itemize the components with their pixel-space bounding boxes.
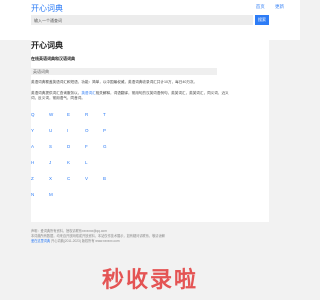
letter-link-w[interactable]: W xyxy=(49,112,53,117)
footer: 声明：爱词典所有资料，授权请联系xxxxxxx@qq.com 本词典所有数据，均… xyxy=(31,229,269,244)
letter-link-p[interactable]: P xyxy=(103,128,106,133)
letter-link-f[interactable]: F xyxy=(85,144,88,149)
letter-link-r[interactable]: R xyxy=(85,112,88,117)
letter-link-d[interactable]: D xyxy=(67,144,70,149)
search-input[interactable] xyxy=(31,15,253,25)
letter-link-e[interactable]: E xyxy=(67,112,70,117)
watermark: 秒收录啦 xyxy=(101,267,198,292)
top-bar: 开心词典 首页 更新 搜索 xyxy=(0,0,300,40)
top-nav: 首页 更新 xyxy=(247,4,284,10)
letter-link-u[interactable]: U xyxy=(49,128,52,133)
nav-link-updates[interactable]: 更新 xyxy=(275,4,284,9)
letter-link-b[interactable]: B xyxy=(103,176,106,181)
letter-link-i[interactable]: I xyxy=(67,128,68,133)
intro-paragraph: 英语词典覆盖英语词汇和短语，功能：简单，以中国最权威，英语词典收录词汇共计10万… xyxy=(31,80,198,84)
letter-link-t[interactable]: T xyxy=(103,112,106,117)
page-subtitle: 在线英语词典和汉语词典 xyxy=(31,56,75,61)
letter-link-k[interactable]: K xyxy=(67,160,70,165)
letter-link-h[interactable]: H xyxy=(31,160,34,165)
footer-copyright: 爱在这里词典 开心词典(2011-2023) 版权所有 www.xxxxxx.c… xyxy=(31,239,269,244)
letter-link-v[interactable]: V xyxy=(85,176,88,181)
letter-link-x[interactable]: X xyxy=(49,176,52,181)
service-paragraph: 英语词典提供词汇查询服务以，英语词汇相关解释，词语翻译，常用句的汉英词语例句，英… xyxy=(31,91,231,101)
letter-link-j[interactable]: J xyxy=(49,160,51,165)
footer-copyright-text: 开心词典(2011-2023) 版权所有 www.xxxxxx.com xyxy=(51,239,120,243)
english-vocab-link[interactable]: 英语词汇 xyxy=(81,91,95,95)
service-text-prefix: 英语词典提供词汇查询服务以， xyxy=(31,91,82,95)
search-button[interactable]: 搜索 xyxy=(255,15,269,25)
page-title: 开心词典 xyxy=(31,41,63,50)
letter-link-y[interactable]: Y xyxy=(31,128,34,133)
nav-link-home[interactable]: 首页 xyxy=(256,4,265,9)
letter-link-o[interactable]: O xyxy=(85,128,89,133)
search-bar: 搜索 xyxy=(31,15,269,25)
letter-link-c[interactable]: C xyxy=(67,176,70,181)
letter-link-q[interactable]: Q xyxy=(31,112,35,117)
letter-link-l[interactable]: L xyxy=(85,160,88,165)
letter-link-n[interactable]: N xyxy=(31,192,34,197)
site-logo[interactable]: 开心词典 xyxy=(31,3,63,14)
section-title: 英语词典 xyxy=(31,68,217,75)
letter-link-a[interactable]: A xyxy=(31,144,34,149)
footer-link[interactable]: 爱在这里词典 xyxy=(31,239,50,243)
main-content: 开心词典 在线英语词典和汉语词典 英语词典 英语词典覆盖英语词汇和短语，功能：简… xyxy=(31,35,269,222)
letter-link-g[interactable]: G xyxy=(103,144,107,149)
letter-link-m[interactable]: M xyxy=(49,192,53,197)
letter-link-z[interactable]: Z xyxy=(31,176,34,181)
letter-link-s[interactable]: S xyxy=(49,144,52,149)
